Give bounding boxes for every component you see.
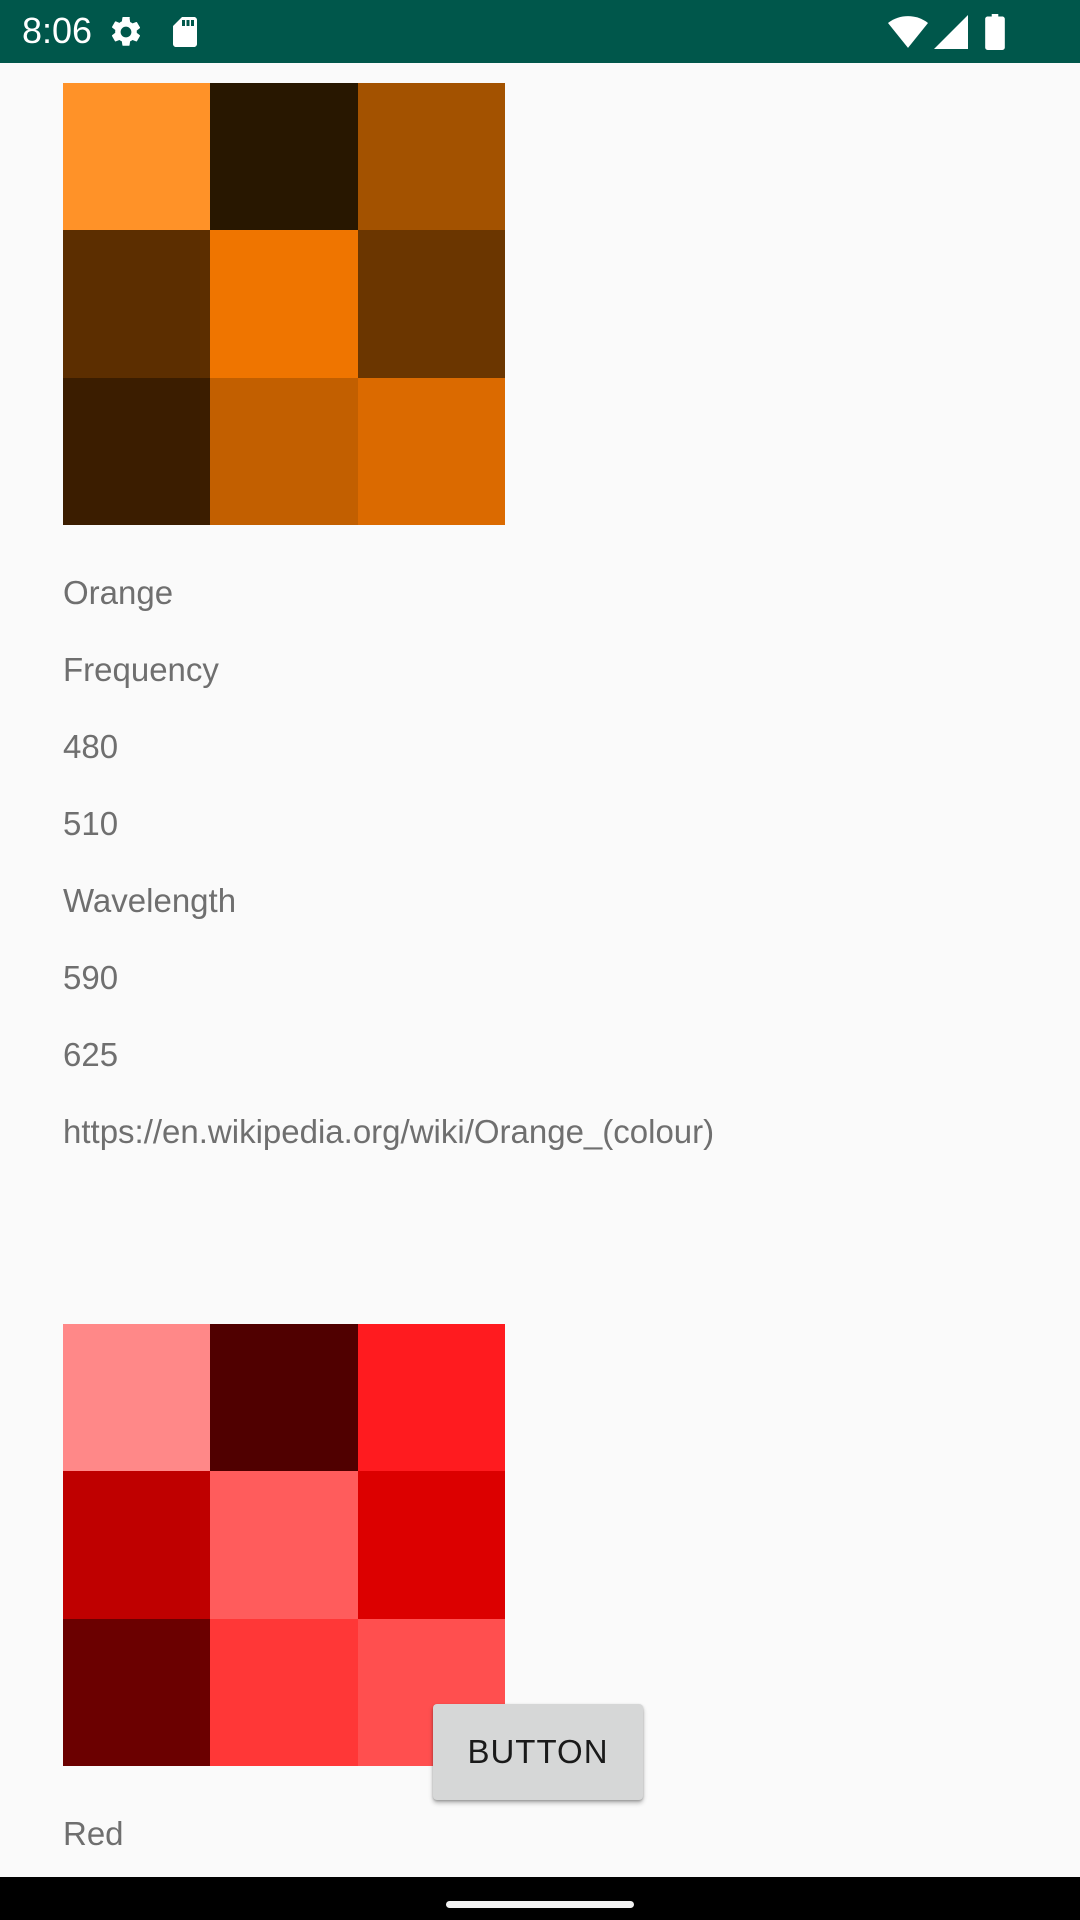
wiki-link[interactable]: https://en.wikipedia.org/wiki/Orange_(co… [63,1112,714,1152]
battery-icon [985,14,1005,50]
swatch-cell [63,1324,211,1472]
swatch-cell [63,377,211,525]
wifi-icon [888,16,928,48]
colour-list[interactable]: Orange Frequency 480 510 Wavelength 590 … [0,63,1080,1877]
swatch-cell [210,230,358,378]
frequency-min: 480 [63,728,119,765]
swatch-cell [357,377,505,525]
frequency-label: Frequency [63,651,219,688]
action-button[interactable]: BUTTON [433,1704,643,1800]
status-time: 8:06 [22,10,93,51]
colour-name: Orange [63,574,174,611]
swatch-cell [210,1618,358,1766]
swatch-cell [357,1324,505,1472]
swatch-cell [63,83,211,231]
swatch-cell [63,1471,211,1619]
wavelength-max: 625 [63,1036,119,1073]
wavelength-label: Wavelength [63,882,237,919]
swatch-cell [210,1324,358,1472]
swatch-cell [357,230,505,378]
screen: 8:06 Orange Frequency 480 510 Wavelength… [0,0,1080,1920]
swatch-cell [210,83,358,231]
home-gesture-handle[interactable] [446,1901,634,1908]
gear-icon [111,16,141,46]
swatch-cell [210,377,358,525]
swatch-cell [357,1471,505,1619]
sd-card-icon [173,17,197,47]
navigation-bar [0,1877,1080,1920]
cell-signal-icon [934,15,968,49]
status-bar: 8:06 [0,0,1080,63]
swatch-cell [63,230,211,378]
colour-name: Red [63,1815,124,1852]
swatch-cell [357,83,505,231]
swatch-cell [210,1471,358,1619]
orange-swatch-grid [63,83,505,525]
swatch-cell [63,1618,211,1766]
red-swatch-grid [63,1324,505,1766]
wavelength-min: 590 [63,959,119,996]
frequency-max: 510 [63,805,119,842]
